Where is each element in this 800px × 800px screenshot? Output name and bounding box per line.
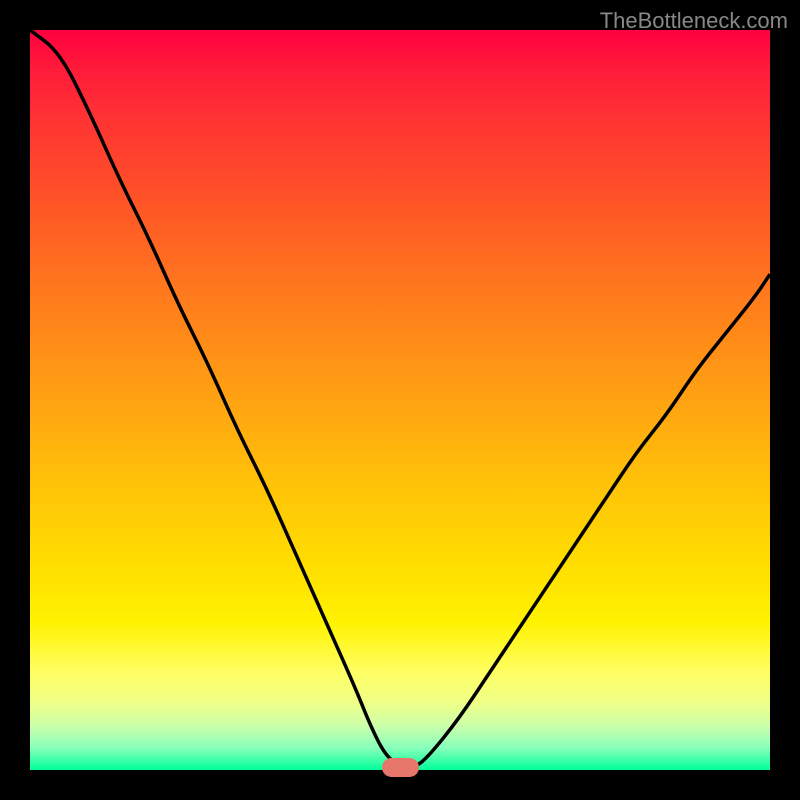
optimal-marker — [382, 758, 419, 777]
chart-container: TheBottleneck.com — [0, 0, 800, 800]
bottleneck-curve — [30, 30, 770, 770]
watermark-text: TheBottleneck.com — [600, 8, 788, 34]
